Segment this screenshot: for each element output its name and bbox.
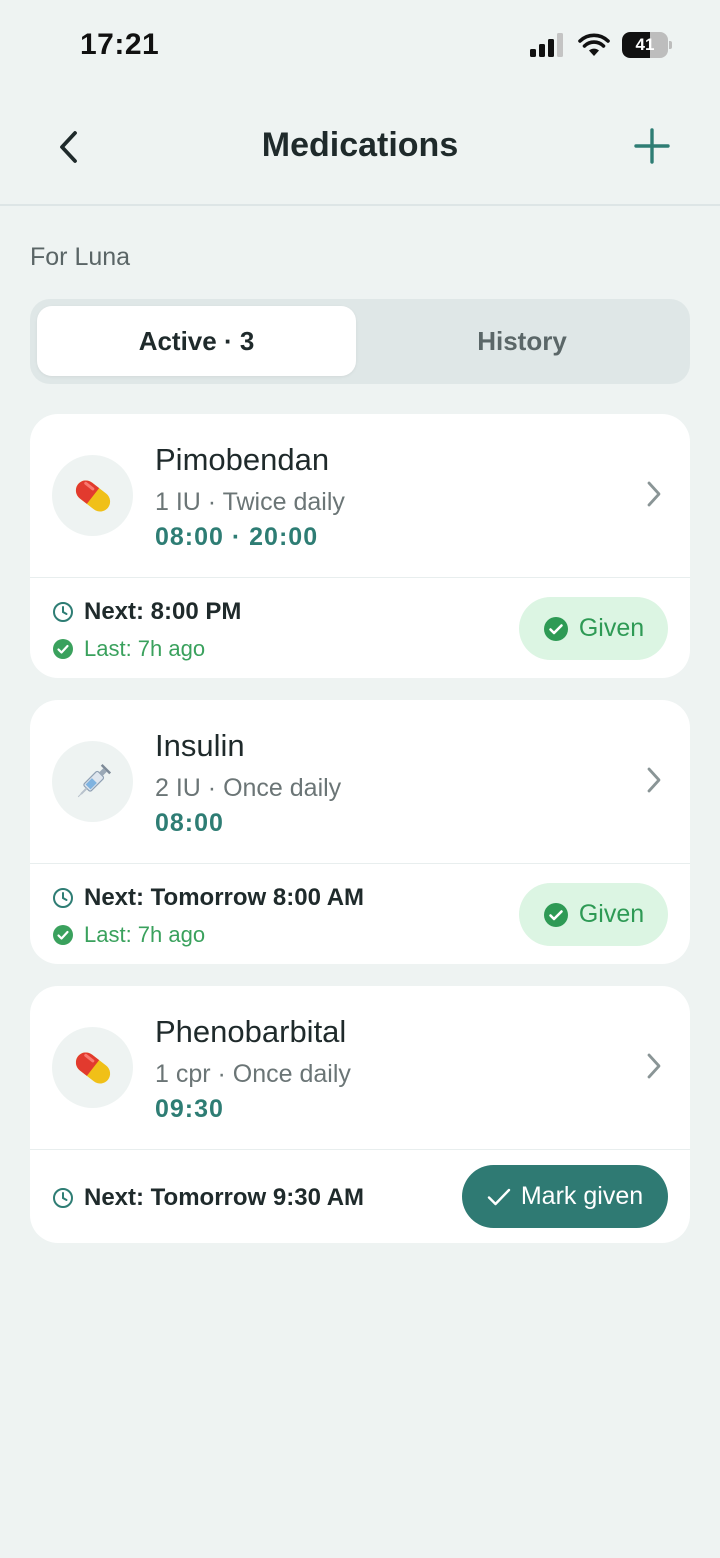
pill-icon [52, 1027, 133, 1108]
status-time: 17:21 [80, 28, 160, 61]
check-circle-icon [543, 902, 568, 927]
medication-times: 09:30 [155, 1095, 224, 1123]
medication-dose: 2 IU · Once daily [155, 774, 342, 802]
clock-icon [53, 888, 73, 908]
checkmark-icon [487, 1188, 511, 1205]
medication-card-footer: Next: Tomorrow 9:30 AM Mark given [30, 1150, 690, 1243]
pet-subtitle: For Luna [30, 243, 131, 271]
add-medication-button[interactable] [626, 120, 678, 172]
next-dose: Next: Tomorrow 8:00 AM [52, 884, 364, 912]
medication-times: 08:00 · 20:00 [155, 523, 319, 551]
next-dose-text: Next: Tomorrow 9:30 AM [84, 1184, 365, 1211]
medication-name: Pimobendan [155, 442, 330, 477]
last-dose-text: Last: 7h ago [84, 922, 206, 947]
medication-card: Phenobarbital 1 cpr · Once daily 09:30 N… [30, 986, 690, 1243]
clock-icon [53, 1188, 73, 1208]
medication-name: Insulin [155, 728, 245, 763]
page-title: Medications [261, 126, 459, 164]
next-dose-text: Next: Tomorrow 8:00 AM [84, 884, 365, 911]
medication-card-header[interactable]: Pimobendan 1 IU · Twice daily 08:00 · 20… [30, 414, 690, 577]
plus-icon [634, 128, 670, 164]
next-dose: Next: 8:00 PM [52, 598, 241, 626]
chevron-right-icon [647, 481, 661, 507]
nav-bar: Medications [0, 96, 720, 206]
medication-card-header[interactable]: Insulin 2 IU · Once daily 08:00 [30, 700, 690, 863]
given-label: Given [578, 614, 645, 642]
screen: 17:21 41 Medications For Luna Active · 3… [0, 0, 720, 1558]
tab-history[interactable]: History [360, 306, 684, 376]
chevron-right-icon [647, 767, 661, 793]
status-icons: 41 [530, 32, 672, 58]
chevron-right-icon [647, 1053, 661, 1079]
syringe-icon [52, 741, 133, 822]
medication-card: Insulin 2 IU · Once daily 08:00 Next: To… [30, 700, 690, 964]
medication-card: Pimobendan 1 IU · Twice daily 08:00 · 20… [30, 414, 690, 678]
clock-icon [53, 602, 73, 622]
given-button[interactable]: Given [519, 597, 668, 660]
battery-icon: 41 [622, 32, 672, 58]
mark-given-label: Mark given [520, 1182, 644, 1210]
wifi-icon [578, 33, 610, 56]
check-circle-icon [53, 639, 73, 659]
medication-dose: 1 cpr · Once daily [155, 1060, 351, 1088]
next-dose-text: Next: 8:00 PM [84, 598, 242, 625]
given-button[interactable]: Given [519, 883, 668, 946]
last-dose: Last: 7h ago [52, 636, 205, 662]
next-dose: Next: Tomorrow 9:30 AM [52, 1184, 364, 1212]
pill-icon [52, 455, 133, 536]
last-dose-text: Last: 7h ago [84, 636, 206, 661]
medication-dose: 1 IU · Twice daily [155, 488, 345, 516]
medication-card-footer: Next: 8:00 PM Last: 7h ago Given [30, 578, 690, 678]
check-circle-icon [543, 616, 568, 641]
given-label: Given [578, 900, 645, 928]
medication-times: 08:00 [155, 809, 224, 837]
medication-card-header[interactable]: Phenobarbital 1 cpr · Once daily 09:30 [30, 986, 690, 1149]
check-circle-icon [53, 925, 73, 945]
battery-level: 41 [635, 35, 655, 54]
medication-name: Phenobarbital [155, 1014, 347, 1049]
cellular-signal-icon [530, 33, 563, 57]
last-dose: Last: 7h ago [52, 922, 205, 948]
tab-switcher: Active · 3 History [30, 299, 690, 384]
tab-active[interactable]: Active · 3 [37, 306, 356, 376]
mark-given-button[interactable]: Mark given [462, 1165, 668, 1228]
medication-card-footer: Next: Tomorrow 8:00 AM Last: 7h ago Give… [30, 864, 690, 964]
status-bar: 17:21 41 [0, 0, 720, 96]
